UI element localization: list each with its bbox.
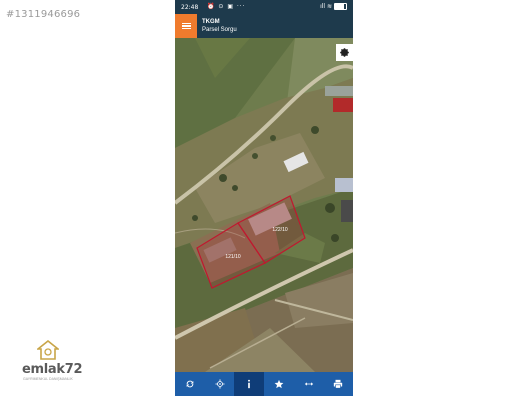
bottom-toolbar xyxy=(175,372,353,396)
satellite-imagery: 121/10 122/10 xyxy=(175,38,353,372)
menu-button[interactable] xyxy=(175,14,197,38)
star-icon xyxy=(274,379,284,389)
battery-icon xyxy=(334,3,347,10)
signal-wifi-icon: ıll ≋ xyxy=(320,3,332,10)
logo-tagline: GAYRIMENKUL DANIŞMANLIK xyxy=(23,377,73,381)
info-button[interactable] xyxy=(234,372,265,396)
parcel-label-122-10: 122/10 xyxy=(272,227,288,233)
settings-button[interactable] xyxy=(336,44,353,61)
status-right-icons: ıll ≋ xyxy=(320,3,347,10)
status-notification-icons: ⏰ ⊙ ▣ ··· xyxy=(207,3,246,10)
locate-icon xyxy=(214,379,225,389)
parcel-label-121-10: 121/10 xyxy=(225,254,241,260)
logo-text: emlak72 xyxy=(22,362,83,377)
app-subtitle: Parsel Sorgu xyxy=(202,27,237,33)
app-header: TKGM Parsel Sorgu xyxy=(175,14,353,38)
status-time: 22:48 xyxy=(181,4,199,11)
refresh-icon xyxy=(186,380,194,388)
favorite-button[interactable] xyxy=(264,372,294,396)
satellite-map[interactable]: 121/10 122/10 xyxy=(175,38,353,372)
app-title: TKGM xyxy=(202,19,220,25)
house-logo-icon xyxy=(37,340,59,360)
print-icon xyxy=(334,379,343,389)
hamburger-icon xyxy=(181,22,191,30)
measure-icon xyxy=(304,382,313,386)
print-button[interactable] xyxy=(323,372,353,396)
refresh-button[interactable] xyxy=(175,372,205,396)
listing-id-watermark: #1311946696 xyxy=(6,9,81,20)
measure-button[interactable] xyxy=(294,372,324,396)
status-bar: 22:48 ⏰ ⊙ ▣ ··· ıll ≋ xyxy=(175,0,353,14)
gear-icon xyxy=(340,48,349,57)
emlak72-logo: emlak72 GAYRIMENKUL DANIŞMANLIK xyxy=(22,340,83,384)
locate-button[interactable] xyxy=(205,372,235,396)
phone-screen: 22:48 ⏰ ⊙ ▣ ··· ıll ≋ TKGM Parsel Sorgu xyxy=(175,0,353,396)
info-icon xyxy=(248,379,251,389)
